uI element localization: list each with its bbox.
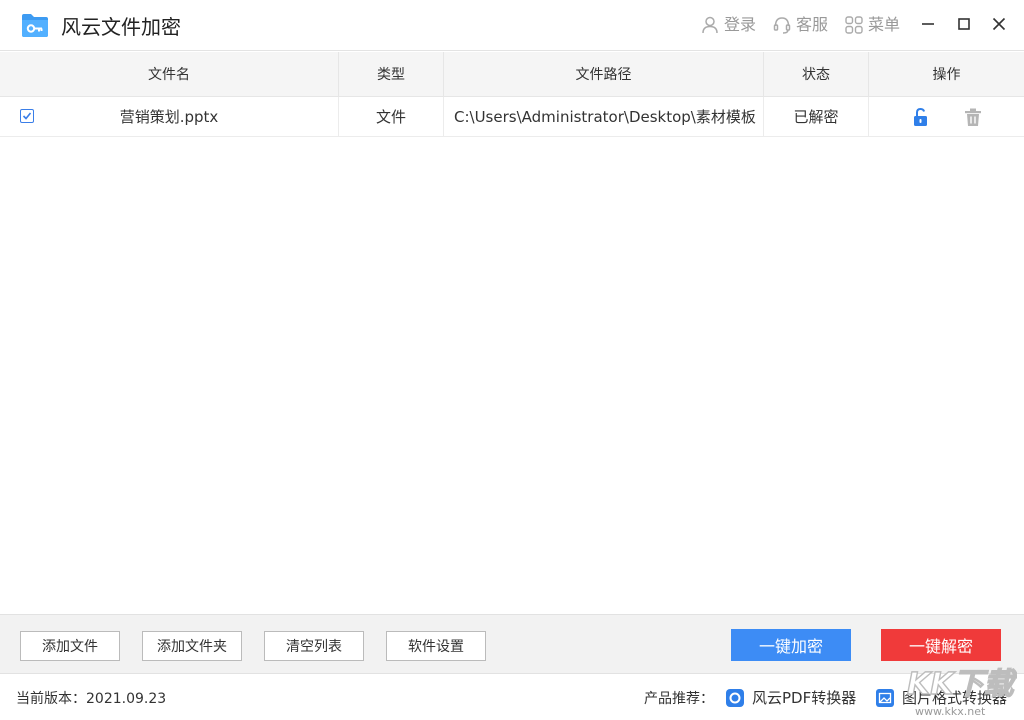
column-header-status[interactable]: 状态: [764, 52, 869, 96]
login-label: 登录: [724, 15, 757, 34]
row-type: 文件: [339, 97, 444, 136]
login-button[interactable]: 登录: [700, 15, 756, 35]
minimize-icon: [922, 23, 934, 25]
top-actions: 登录 客服 菜单: [700, 12, 916, 38]
status-bar: 当前版本：2021.09.23 产品推荐： 风云PDF转换器 图片格式转换器: [0, 675, 1024, 720]
close-icon: [992, 17, 1006, 31]
menu-label: 菜单: [868, 15, 901, 34]
row-status: 已解密: [764, 97, 869, 136]
version-text: 当前版本：2021.09.23: [16, 691, 167, 707]
close-button[interactable]: [989, 14, 1009, 34]
column-header-actions[interactable]: 操作: [869, 52, 1024, 96]
clear-list-button[interactable]: 清空列表: [264, 631, 364, 661]
menu-button[interactable]: 菜单: [844, 15, 900, 35]
maximize-icon: [958, 18, 970, 30]
service-button[interactable]: 客服: [772, 15, 828, 35]
table-row[interactable]: 营销策划.pptx 文件 C:\Users\Administrator\Desk…: [0, 97, 1024, 137]
service-label: 客服: [796, 15, 829, 34]
file-table: 文件名 类型 文件路径 状态 操作 营销策划.pptx 文件 C:\Users\…: [0, 52, 1024, 137]
checkmark-icon: [22, 112, 32, 120]
image-converter-icon: [876, 688, 894, 707]
add-file-button[interactable]: 添加文件: [20, 631, 120, 661]
grid-menu-icon: [845, 16, 863, 34]
folder-key-logo-icon: [22, 14, 48, 37]
image-converter-label: 图片格式转换器: [902, 689, 1008, 707]
settings-button[interactable]: 软件设置: [386, 631, 486, 661]
column-header-filename[interactable]: 文件名: [0, 52, 339, 96]
row-filename-cell: 营销策划.pptx: [0, 97, 339, 136]
app-title: 风云文件加密: [61, 15, 181, 39]
maximize-button[interactable]: [954, 14, 974, 34]
recommend-label: 产品推荐：: [644, 691, 714, 707]
row-path: C:\Users\Administrator\Desktop\素材模板: [444, 97, 764, 136]
row-checkbox[interactable]: [20, 109, 34, 123]
image-converter-link[interactable]: 图片格式转换器: [876, 687, 1007, 708]
pdf-converter-label: 风云PDF转换器: [752, 689, 857, 707]
encrypt-all-button[interactable]: 一键加密: [731, 629, 851, 661]
user-icon: [702, 16, 718, 34]
table-header: 文件名 类型 文件路径 状态 操作: [0, 52, 1024, 97]
trash-icon[interactable]: [962, 106, 984, 128]
add-folder-button[interactable]: 添加文件夹: [142, 631, 242, 661]
unlock-icon[interactable]: [910, 106, 932, 128]
bottom-toolbar: 添加文件 添加文件夹 清空列表 软件设置 一键加密 一键解密: [0, 614, 1024, 674]
title-bar: 风云文件加密 登录 客服 菜单: [0, 0, 1024, 51]
decrypt-all-button[interactable]: 一键解密: [881, 629, 1001, 661]
column-header-path[interactable]: 文件路径: [444, 52, 764, 96]
minimize-button[interactable]: [918, 14, 938, 34]
headset-icon: [773, 17, 791, 34]
pdf-converter-icon: [726, 688, 744, 707]
row-actions: [869, 97, 1024, 136]
column-header-type[interactable]: 类型: [339, 52, 444, 96]
pdf-converter-link[interactable]: 风云PDF转换器: [726, 687, 856, 708]
row-filename: 营销策划.pptx: [119, 108, 219, 126]
